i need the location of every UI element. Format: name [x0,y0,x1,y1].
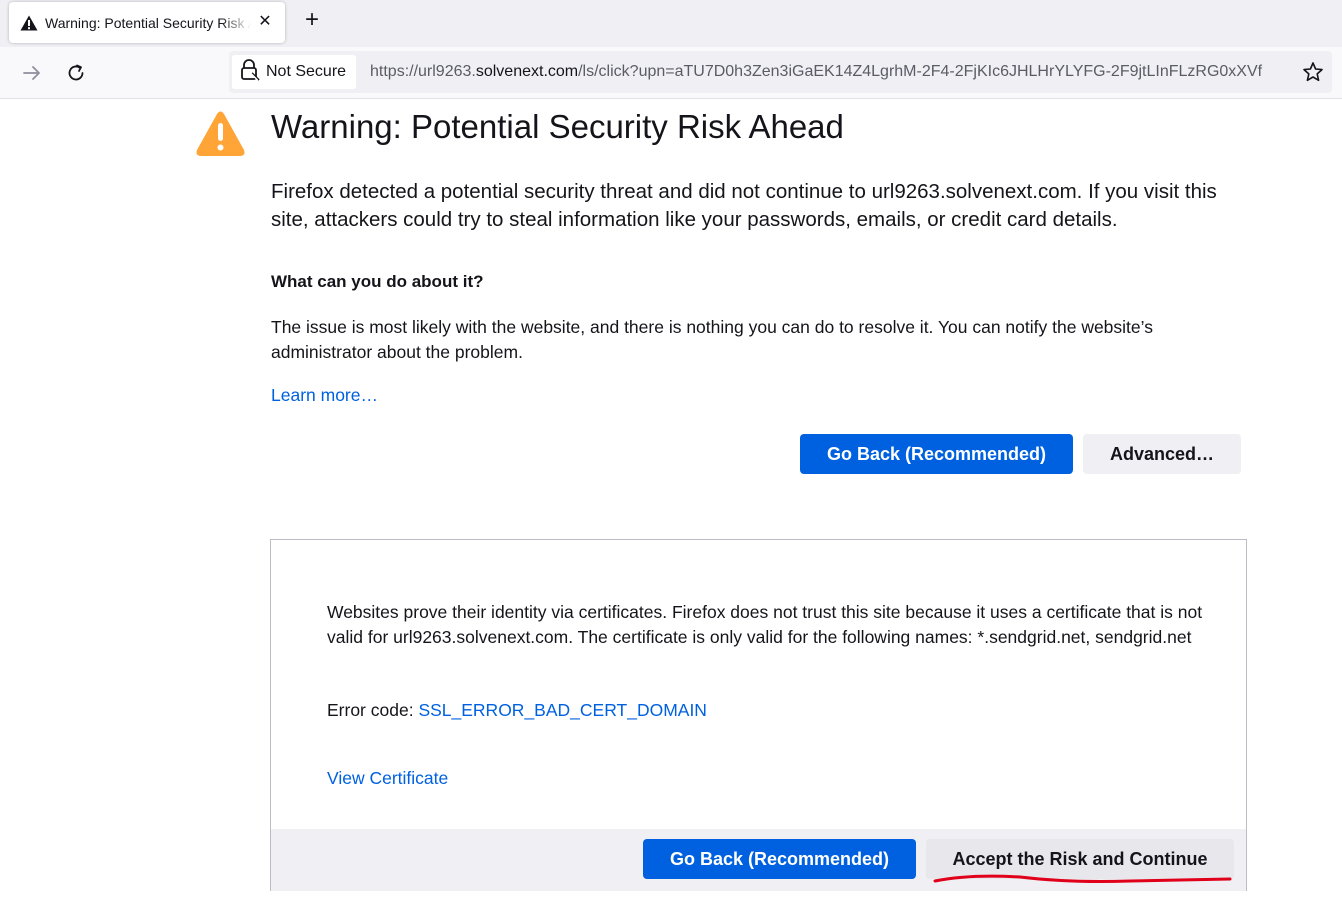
certificate-explanation: Websites prove their identity via certif… [327,602,1203,647]
forward-icon[interactable] [20,61,44,85]
error-code-line: Error code: SSL_ERROR_BAD_CERT_DOMAIN [327,700,707,721]
error-code-link[interactable]: SSL_ERROR_BAD_CERT_DOMAIN [418,700,707,720]
site-identity-button[interactable]: Not Secure [232,55,356,89]
url-prefix: https://url9263. [370,63,476,80]
plus-icon[interactable]: + [300,8,324,32]
close-icon[interactable]: ✕ [255,12,275,32]
page-title: Warning: Potential Security Risk Ahead [271,108,844,145]
go-back-button[interactable]: Go Back (Recommended) [800,434,1073,474]
error-code-label: Error code: [327,700,419,720]
view-certificate-link[interactable]: View Certificate [327,768,448,789]
bookmark-star-icon[interactable] [1302,61,1324,83]
url-text[interactable]: https://url9263.solvenext.com/ls/click?u… [370,63,1290,81]
url-bar[interactable]: Not Secure https://url9263.solvenext.com… [229,51,1332,93]
issue-text: The issue is most likely with the websit… [271,317,1153,362]
tab-strip: Warning: Potential Security Risk Ahead ✕… [0,0,1342,47]
what-can-you-do-heading: What can you do about it? [271,272,484,291]
red-annotation-underline [933,874,1232,883]
warning-icon [195,110,246,158]
go-back-button-secondary[interactable]: Go Back (Recommended) [643,839,916,879]
insecure-lock-icon [240,58,260,86]
intro-text: Firefox detected a potential security th… [271,180,1217,231]
url-domain: solvenext.com [475,63,579,80]
warning-icon [19,13,39,33]
tab-title: Warning: Potential Security Risk Ahead [45,14,251,31]
reload-icon[interactable] [64,61,88,85]
advanced-button[interactable]: Advanced… [1083,434,1241,474]
not-secure-label: Not Secure [266,63,347,80]
active-tab[interactable]: Warning: Potential Security Risk Ahead ✕ [9,2,285,43]
nav-toolbar: Not Secure https://url9263.solvenext.com… [0,47,1342,99]
url-path: /ls/click?upn=aTU7D0h3Zen3iGaEK14Z4LgrhM… [578,63,1263,80]
learn-more-link[interactable]: Learn more… [271,385,378,406]
